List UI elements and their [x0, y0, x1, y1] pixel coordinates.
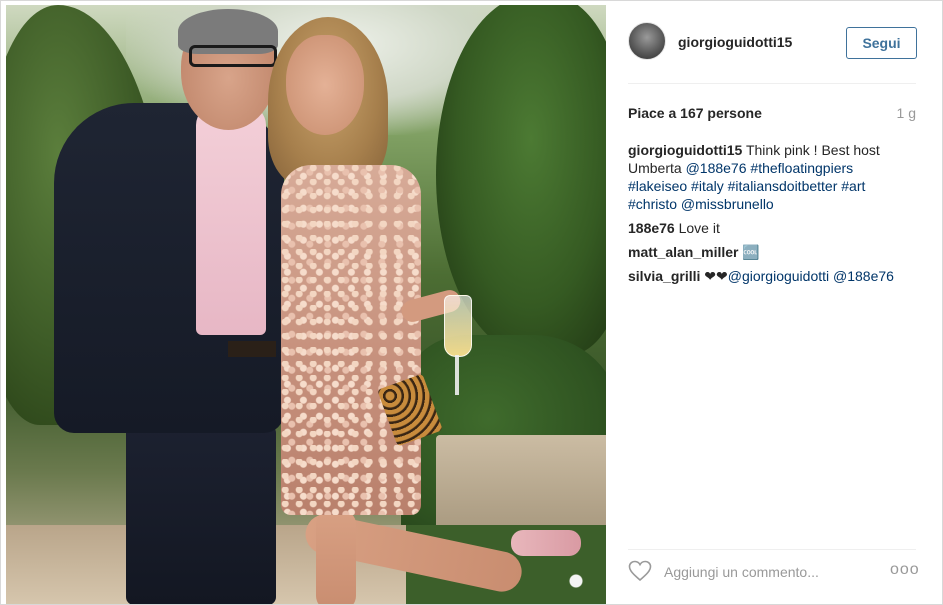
photo-wine-glass — [444, 295, 472, 357]
post-window: giorgioguidotti15 Segui Piace a 167 pers… — [0, 0, 943, 605]
comment-mention[interactable]: @giorgioguidotti — [728, 268, 829, 284]
post-header: giorgioguidotti15 Segui — [606, 1, 942, 83]
photo-woman-dress — [281, 165, 421, 515]
caption-hashtag[interactable]: #italy — [691, 178, 724, 194]
caption-comment: giorgioguidotti15 Think pink ! Best host… — [628, 141, 908, 213]
photo-woman-leg — [316, 510, 356, 604]
photo-woman-shoe — [511, 530, 581, 556]
post-time[interactable]: 1 g — [897, 105, 916, 121]
photo-wine-glass-stem — [455, 355, 459, 395]
footer-divider — [628, 549, 916, 550]
author-avatar[interactable] — [628, 22, 666, 60]
caption-mention[interactable]: @188e76 — [686, 160, 747, 176]
post-details-panel: giorgioguidotti15 Segui Piace a 167 pers… — [606, 1, 942, 604]
photo-stone-wall — [436, 435, 606, 530]
comment-user[interactable]: matt_alan_miller — [628, 244, 739, 260]
follow-button[interactable]: Segui — [846, 27, 917, 59]
post-photo[interactable] — [6, 5, 606, 604]
likes-count[interactable]: Piace a 167 persone — [628, 105, 762, 121]
comment-user[interactable]: silvia_grilli — [628, 268, 700, 284]
comment-item: 188e76 Love it — [628, 219, 908, 237]
photo-man-shirt — [196, 105, 266, 335]
comment-item: silvia_grilli ❤❤@giorgioguidotti @188e76 — [628, 267, 908, 285]
caption-hashtag[interactable]: #art — [841, 178, 865, 194]
caption-hashtag[interactable]: #italiansdoitbetter — [728, 178, 838, 194]
caption-user[interactable]: giorgioguidotti15 — [628, 142, 742, 158]
more-options-icon[interactable]: ooo — [890, 561, 920, 579]
author-username[interactable]: giorgioguidotti15 — [678, 34, 792, 50]
comment-input[interactable] — [664, 561, 874, 583]
comment-text: 🆒 — [742, 244, 760, 260]
comment-item: matt_alan_miller 🆒 — [628, 243, 908, 261]
photo-woman-face — [286, 35, 364, 135]
photo-man-legs — [126, 425, 276, 604]
comment-user[interactable]: 188e76 — [628, 220, 675, 236]
caption-hashtag[interactable]: #christo — [628, 196, 677, 212]
comment-text: Love it — [678, 220, 720, 236]
comments-list: giorgioguidotti15 Think pink ! Best host… — [628, 141, 908, 291]
photo-man-glasses — [189, 45, 277, 67]
caption-hashtag[interactable]: #lakeiseo — [628, 178, 687, 194]
heart-icon[interactable] — [628, 559, 652, 583]
caption-mention[interactable]: @missbrunello — [681, 196, 774, 212]
caption-hashtag[interactable]: #thefloatingpiers — [750, 160, 853, 176]
comment-mention[interactable]: @188e76 — [833, 268, 894, 284]
header-divider — [628, 83, 916, 84]
comment-text: ❤❤ — [704, 268, 728, 284]
photo-man-belt — [228, 341, 276, 357]
